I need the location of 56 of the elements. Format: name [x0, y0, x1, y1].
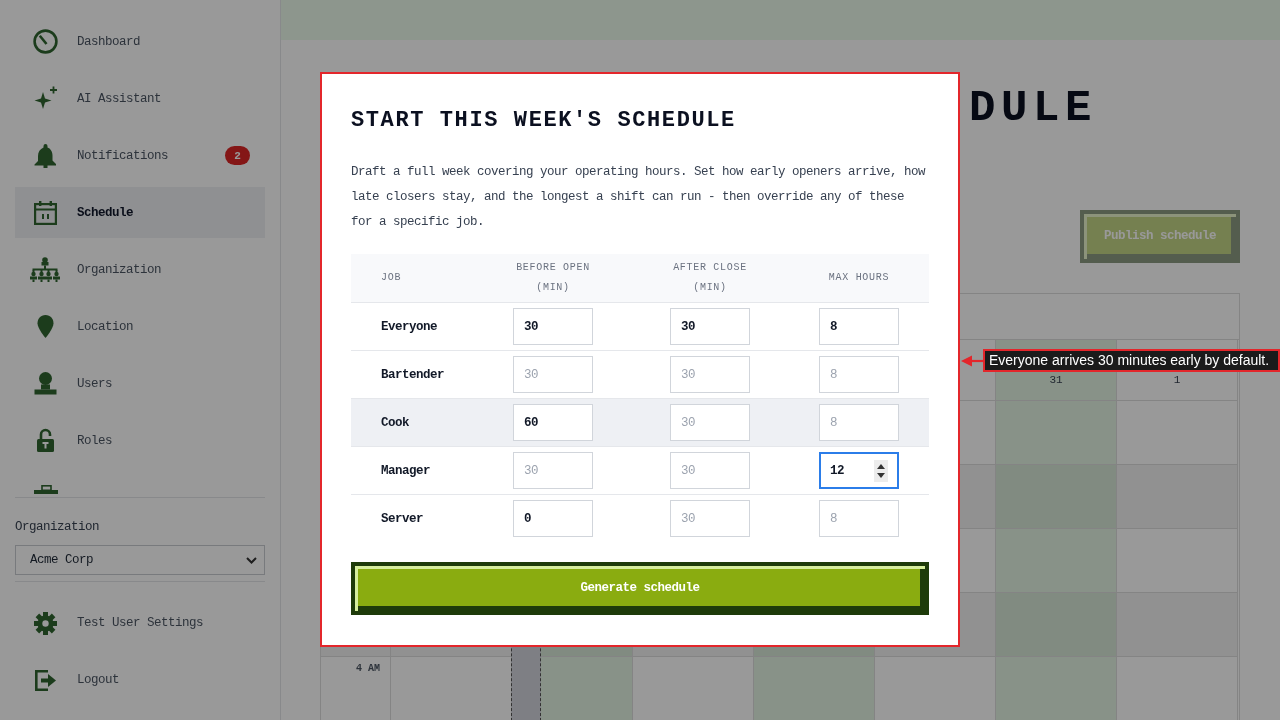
number-field[interactable]: 30: [513, 356, 593, 393]
job-name: Bartender: [380, 367, 445, 382]
number-field[interactable]: 12: [819, 452, 899, 489]
stepper-icon[interactable]: [874, 459, 888, 482]
day-number: 31: [1049, 373, 1063, 387]
number-field[interactable]: 30: [513, 452, 593, 489]
number-field[interactable]: 0: [513, 500, 593, 537]
notification-count: 2: [225, 146, 250, 165]
calendar-icon: [32, 200, 58, 225]
user-icon: [32, 371, 58, 396]
nav-item[interactable]: Dashboard: [15, 16, 265, 67]
number-field[interactable]: 8: [819, 356, 899, 393]
nav-item[interactable]: Schedule: [15, 187, 265, 238]
number-field[interactable]: 30: [513, 308, 593, 345]
number-field[interactable]: 30: [670, 500, 750, 537]
column-header: JOB: [380, 271, 402, 285]
nav-item[interactable]: Logout: [15, 654, 265, 706]
nav-item[interactable]: Location: [15, 301, 265, 352]
nav-item[interactable]: Notifications 2: [15, 130, 265, 181]
gauge-icon: [32, 29, 58, 54]
number-field[interactable]: 30: [670, 356, 750, 393]
partial-icon: [33, 485, 58, 494]
nav-item[interactable]: Roles: [15, 415, 265, 466]
settings-icon: [32, 610, 58, 636]
dialog-description: Draft a full week covering your operating hours. Set how early openers arrive, how late closers stay, and the longest a shift can run - then override any of these for a specific job.: [351, 164, 927, 231]
callout: Everyone arrives 30 minutes early by default.: [983, 349, 1280, 372]
job-name: Server: [380, 511, 424, 526]
chevron-down-icon: [246, 556, 257, 564]
number-field[interactable]: 8: [819, 500, 899, 537]
nav-item[interactable]: AI Assistant: [15, 73, 265, 124]
bell-icon: [32, 143, 58, 168]
day-number: 1: [1173, 373, 1181, 387]
number-field[interactable]: 30: [670, 308, 750, 345]
number-field[interactable]: 30: [670, 452, 750, 489]
job-name: Manager: [380, 463, 431, 478]
number-field[interactable]: 8: [819, 404, 899, 441]
job-name: Cook: [380, 415, 410, 430]
door-arrow-icon: [32, 667, 58, 693]
dialog-title: START THIS WEEK'S SCHEDULE: [351, 110, 737, 132]
callout-arrow: [961, 354, 983, 367]
org-chart-icon: [29, 257, 61, 282]
generate-button[interactable]: Generate schedule: [351, 562, 929, 615]
nav-item[interactable]: Test User Settings: [15, 597, 265, 649]
field-label: Organization: [15, 519, 100, 535]
column-header: MAX HOURS: [828, 271, 890, 285]
number-field[interactable]: 8: [819, 308, 899, 345]
time-label: 4 AM: [356, 663, 380, 674]
column-header: BEFORE OPEN (MIN): [515, 261, 591, 295]
number-field[interactable]: 60: [513, 404, 593, 441]
column-header: AFTER CLOSE (MIN): [672, 261, 748, 295]
nav-item[interactable]: Organization: [15, 244, 265, 295]
nav-item[interactable]: Users: [15, 358, 265, 409]
number-field[interactable]: 30: [670, 404, 750, 441]
page-title: DULE: [969, 90, 1098, 126]
organization-select[interactable]: Acme Corp: [15, 545, 265, 575]
job-name: Everyone: [380, 319, 438, 334]
